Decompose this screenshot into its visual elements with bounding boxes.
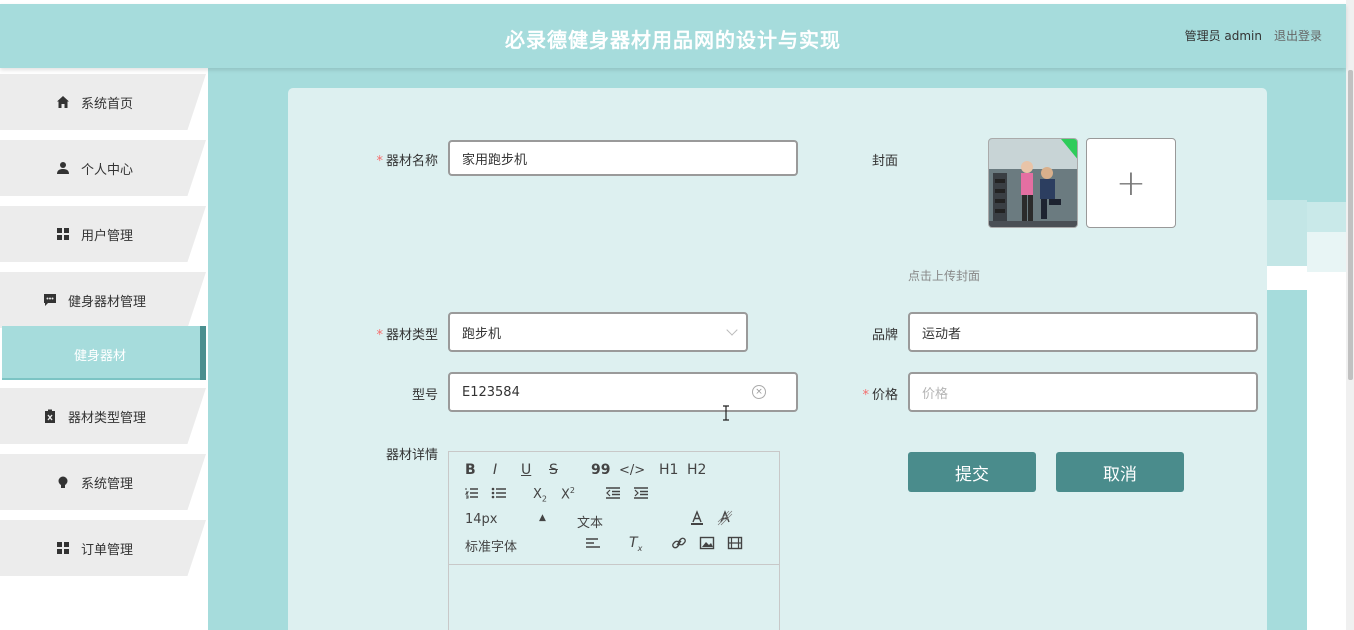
sidebar-item-label: 订单管理 — [80, 542, 133, 558]
cover-hint: 点击上传封面 — [908, 269, 981, 283]
editor-toolbar: B I U S 99 </> H1 H2 X2 X2 14px ▲ 文本 标准字… — [449, 452, 779, 565]
grid-icon — [55, 226, 71, 242]
text-style-select[interactable]: 文本 — [577, 512, 667, 531]
text-cursor-icon — [722, 405, 730, 425]
bullet-list-icon[interactable] — [491, 486, 507, 504]
sidebar: 系统首页 个人中心 用户管理 健身器材管理 健身器材 器材类型管理 系统管理 订… — [0, 68, 208, 630]
editor-content[interactable] — [449, 565, 779, 630]
underline-button[interactable]: U — [521, 462, 531, 478]
font-size-value: 14px — [465, 512, 498, 527]
chevron-down-icon — [726, 324, 738, 336]
superscript-icon[interactable]: X2 — [561, 486, 575, 502]
italic-button[interactable]: I — [493, 462, 497, 478]
name-label: * 器材名称 — [376, 154, 438, 169]
sidebar-item-category[interactable]: 器材类型管理 — [0, 388, 206, 444]
updown-icon: ▲ — [539, 513, 546, 523]
active-indicator — [200, 326, 206, 380]
code-button[interactable]: </> — [619, 463, 645, 478]
background-color-icon[interactable] — [717, 510, 733, 530]
sidebar-item-label: 健身器材管理 — [67, 294, 146, 310]
type-select[interactable]: 跑步机 — [448, 312, 748, 352]
cover-image[interactable] — [988, 138, 1078, 228]
font-family-select[interactable]: 标准字体 — [465, 536, 565, 555]
clear-icon[interactable]: × — [752, 385, 766, 399]
sidebar-item-system[interactable]: 系统管理 — [0, 454, 206, 510]
sidebar-item-label: 器材类型管理 — [67, 410, 146, 426]
video-icon[interactable] — [727, 536, 743, 554]
type-label: * 器材类型 — [376, 328, 438, 343]
background-decoration — [1267, 200, 1307, 266]
h2-button[interactable]: H2 — [687, 462, 706, 478]
model-label: 型号 — [411, 388, 438, 403]
site-title: 必录德健身器材用品网的设计与实现 — [505, 28, 841, 52]
form-card: * 器材名称 家用跑步机 封面 + 点击上传封面 * 器材类型 跑步机 品牌 运… — [288, 88, 1267, 630]
clear-format-icon[interactable]: Tx — [629, 535, 642, 553]
cover-label: 封面 — [871, 154, 898, 169]
sidebar-item-orders[interactable]: 订单管理 — [0, 520, 206, 576]
type-select-value: 跑步机 — [462, 326, 502, 342]
ordered-list-icon[interactable] — [464, 486, 479, 504]
sidebar-item-label: 系统管理 — [80, 476, 133, 492]
upload-cover-button[interactable]: + — [1086, 138, 1176, 228]
sidebar-item-users[interactable]: 用户管理 — [0, 206, 206, 262]
grid-icon — [55, 540, 71, 556]
home-icon — [55, 94, 71, 110]
strike-button[interactable]: S — [549, 462, 558, 478]
link-icon[interactable] — [671, 536, 687, 554]
model-input[interactable]: E123584 × — [448, 372, 798, 412]
detail-label: 器材详情 — [385, 448, 438, 463]
image-icon[interactable] — [699, 536, 715, 554]
chat-icon — [42, 292, 58, 308]
main-area: * 器材名称 家用跑步机 封面 + 点击上传封面 * 器材类型 跑步机 品牌 运… — [208, 68, 1346, 630]
text-style-value: 文本 — [577, 516, 604, 531]
plus-icon: + — [1115, 162, 1147, 204]
outdent-icon[interactable] — [605, 486, 621, 504]
cancel-button[interactable]: 取消 — [1056, 452, 1184, 492]
bulb-icon — [55, 474, 71, 490]
sidebar-item-label: 个人中心 — [80, 162, 133, 178]
clipboard-icon — [42, 408, 58, 424]
align-icon[interactable] — [585, 536, 601, 554]
price-label: * 价格 — [862, 388, 898, 403]
font-color-icon[interactable] — [689, 510, 705, 530]
font-family-value: 标准字体 — [465, 540, 518, 555]
sidebar-item-profile[interactable]: 个人中心 — [0, 140, 206, 196]
blockquote-button[interactable]: 99 — [591, 462, 610, 478]
font-size-select[interactable]: 14px ▲ — [465, 512, 555, 527]
bold-button[interactable]: B — [465, 462, 476, 478]
model-input-value: E123584 — [462, 384, 520, 400]
top-header: 必录德健身器材用品网的设计与实现 管理员 admin 退出登录 — [0, 4, 1346, 68]
background-decoration — [1267, 266, 1307, 290]
logout-link[interactable]: 退出登录 — [1274, 27, 1322, 44]
sidebar-item-label: 用户管理 — [80, 228, 133, 244]
name-input[interactable]: 家用跑步机 — [448, 140, 798, 176]
sidebar-item-label: 系统首页 — [80, 96, 133, 112]
background-decoration — [1307, 272, 1346, 630]
scrollbar-thumb[interactable] — [1348, 70, 1353, 380]
background-decoration — [1307, 202, 1346, 232]
background-decoration — [1307, 232, 1346, 272]
sidebar-subitem-label: 健身器材 — [73, 349, 126, 364]
price-input[interactable]: 价格 — [908, 372, 1258, 412]
user-label: 管理员 admin — [1184, 29, 1262, 43]
person-icon — [55, 160, 71, 176]
brand-input[interactable]: 运动者 — [908, 312, 1258, 352]
sidebar-subitem-equipment[interactable]: 健身器材 — [2, 326, 206, 380]
indent-icon[interactable] — [633, 486, 649, 504]
rich-text-editor: B I U S 99 </> H1 H2 X2 X2 14px ▲ 文本 标准字… — [448, 451, 780, 630]
brand-label: 品牌 — [871, 328, 898, 343]
sidebar-item-home[interactable]: 系统首页 — [0, 74, 206, 130]
submit-button[interactable]: 提交 — [908, 452, 1036, 492]
h1-button[interactable]: H1 — [659, 462, 678, 478]
sidebar-item-equipment[interactable]: 健身器材管理 — [0, 272, 206, 328]
subscript-icon[interactable]: X2 — [533, 487, 547, 504]
